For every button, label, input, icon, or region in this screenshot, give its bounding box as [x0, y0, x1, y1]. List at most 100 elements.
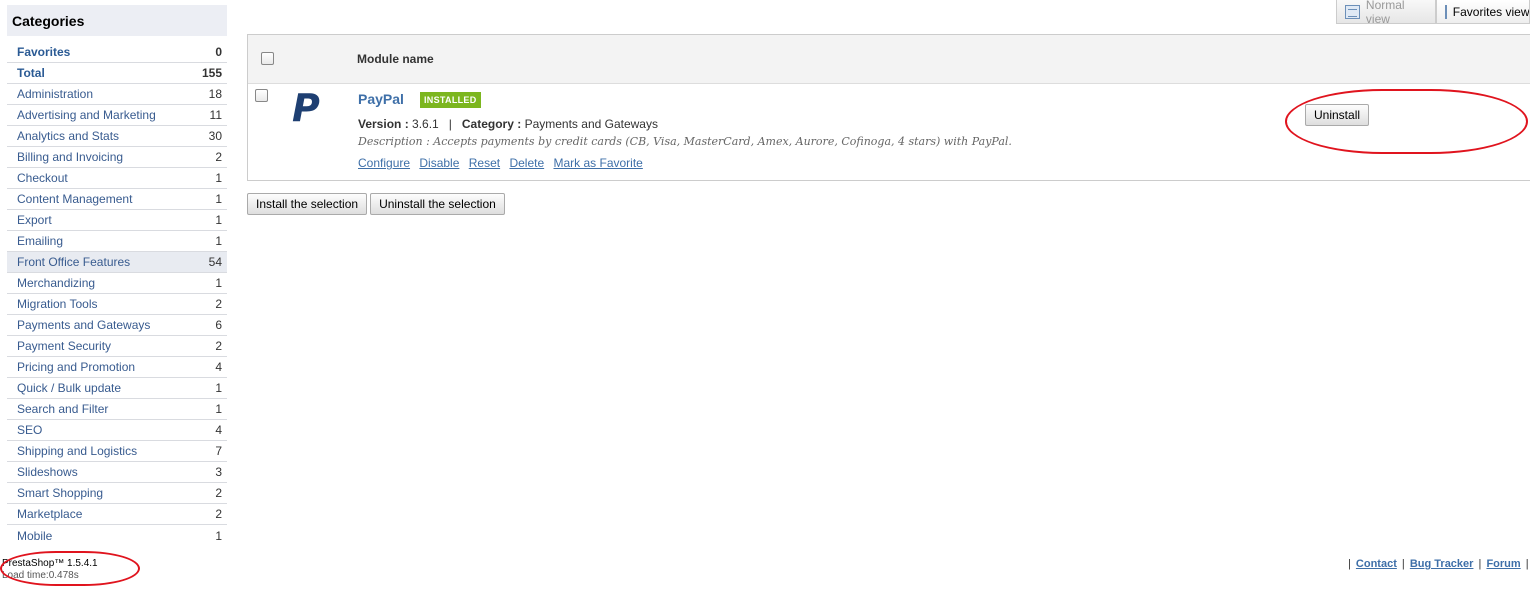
category-payments[interactable]: Payments and Gateways 6 — [7, 315, 227, 336]
category-label[interactable]: Favorites — [17, 45, 70, 59]
category-value: Payments and Gateways — [524, 117, 658, 131]
category-count: 0 — [215, 45, 222, 59]
category-count: 18 — [208, 87, 222, 101]
category-count: 2 — [215, 486, 222, 500]
category-migration[interactable]: Migration Tools 2 — [7, 294, 227, 315]
category-export[interactable]: Export 1 — [7, 210, 227, 231]
forum-link[interactable]: Forum — [1486, 558, 1520, 570]
category-quick-bulk[interactable]: Quick / Bulk update 1 — [7, 378, 227, 399]
bulk-actions: Install the selection Uninstall the sele… — [247, 193, 505, 215]
category-label[interactable]: Billing and Invoicing — [17, 150, 123, 164]
meta-separator: | — [448, 117, 452, 131]
category-label[interactable]: Checkout — [17, 171, 68, 185]
category-label[interactable]: Content Management — [17, 192, 132, 206]
favorites-view-label: Favorites view — [1452, 4, 1530, 19]
module-name-header: Module name — [357, 52, 434, 66]
category-count: 2 — [215, 297, 222, 311]
categories-sidebar: Categories Favorites 0 Total 155 Administr… — [7, 5, 227, 546]
module-description: Description : Accepts payments by credit… — [358, 135, 1012, 148]
category-count: 7 — [215, 444, 222, 458]
category-list: Favorites 0 Total 155 Administration 18 Adv… — [7, 42, 227, 546]
category-marketplace[interactable]: Marketplace 2 — [7, 504, 227, 525]
category-count: 155 — [201, 66, 222, 80]
category-slideshows[interactable]: Slideshows 3 — [7, 462, 227, 483]
category-label[interactable]: Migration Tools — [17, 297, 97, 311]
category-label[interactable]: Payment Security — [17, 339, 111, 353]
category-billing[interactable]: Billing and Invoicing 2 — [7, 147, 227, 168]
category-count: 3 — [215, 465, 222, 479]
category-smart-shopping[interactable]: Smart Shopping 2 — [7, 483, 227, 504]
version-value: 3.6.1 — [412, 117, 439, 131]
category-count: 1 — [215, 213, 222, 227]
module-actions: Configure Disable Reset Delete Mark as F… — [358, 156, 649, 170]
category-label[interactable]: Search and Filter — [17, 402, 108, 416]
category-search-filter[interactable]: Search and Filter 1 — [7, 399, 227, 420]
category-label: Category : — [461, 117, 522, 131]
configure-link[interactable]: Configure — [358, 156, 410, 170]
category-label[interactable]: Analytics and Stats — [17, 129, 119, 143]
category-label[interactable]: Smart Shopping — [17, 486, 103, 500]
list-view-icon — [1345, 4, 1360, 19]
category-label[interactable]: Shipping and Logistics — [17, 444, 137, 458]
category-label[interactable]: SEO — [17, 423, 42, 437]
category-mobile[interactable]: Mobile 1 — [7, 525, 227, 546]
category-label[interactable]: Merchandizing — [17, 276, 95, 290]
disable-link[interactable]: Disable — [419, 156, 459, 170]
mark-favorite-link[interactable]: Mark as Favorite — [553, 156, 642, 170]
category-merchandizing[interactable]: Merchandizing 1 — [7, 273, 227, 294]
category-label[interactable]: Total — [17, 66, 45, 80]
category-label[interactable]: Pricing and Promotion — [17, 360, 135, 374]
annotation-ring-version — [0, 551, 140, 586]
category-total[interactable]: Total 155 — [7, 63, 227, 84]
contact-link[interactable]: Contact — [1356, 558, 1397, 570]
category-pricing[interactable]: Pricing and Promotion 4 — [7, 357, 227, 378]
category-count: 2 — [215, 150, 222, 164]
category-payment-security[interactable]: Payment Security 2 — [7, 336, 227, 357]
footer-links: | Contact | Bug Tracker | Forum | A — [1348, 558, 1529, 570]
category-emailing[interactable]: Emailing 1 — [7, 231, 227, 252]
category-content-management[interactable]: Content Management 1 — [7, 189, 227, 210]
category-seo[interactable]: SEO 4 — [7, 420, 227, 441]
category-label[interactable]: Emailing — [17, 234, 63, 248]
category-count: 1 — [215, 171, 222, 185]
favorites-view-button[interactable]: Favorites view — [1435, 0, 1530, 24]
category-label[interactable]: Payments and Gateways — [17, 318, 150, 332]
category-label[interactable]: Marketplace — [17, 507, 82, 521]
category-favorites[interactable]: Favorites 0 — [7, 42, 227, 63]
install-selection-button[interactable]: Install the selection — [247, 193, 368, 215]
category-count: 2 — [215, 507, 222, 521]
category-count: 1 — [215, 234, 222, 248]
category-count: 2 — [215, 339, 222, 353]
bug-tracker-link[interactable]: Bug Tracker — [1410, 558, 1474, 570]
module-checkbox[interactable] — [255, 89, 268, 102]
uninstall-selection-button[interactable]: Uninstall the selection — [370, 193, 505, 215]
table-header: Module name — [248, 35, 1530, 84]
category-label[interactable]: Administration — [17, 87, 93, 101]
select-all-checkbox[interactable] — [261, 52, 274, 65]
category-front-office[interactable]: Front Office Features 54 — [7, 252, 227, 273]
normal-view-button[interactable]: Normal view — [1336, 0, 1436, 26]
category-label[interactable]: Front Office Features — [17, 255, 130, 269]
category-count: 6 — [215, 318, 222, 332]
category-label[interactable]: Quick / Bulk update — [17, 381, 121, 395]
category-label[interactable]: Mobile — [17, 529, 52, 543]
category-count: 54 — [208, 255, 222, 269]
paypal-logo-icon: P — [292, 86, 320, 130]
installed-badge: INSTALLED — [420, 92, 481, 108]
category-label[interactable]: Advertising and Marketing — [17, 108, 156, 122]
category-count: 4 — [215, 360, 222, 374]
delete-link[interactable]: Delete — [509, 156, 544, 170]
category-count: 1 — [215, 192, 222, 206]
category-count: 4 — [215, 423, 222, 437]
annotation-ring-uninstall — [1285, 89, 1528, 154]
reset-link[interactable]: Reset — [469, 156, 500, 170]
category-label[interactable]: Slideshows — [17, 465, 78, 479]
category-checkout[interactable]: Checkout 1 — [7, 168, 227, 189]
grid-view-icon — [1444, 4, 1447, 19]
category-analytics[interactable]: Analytics and Stats 30 — [7, 126, 227, 147]
category-advertising[interactable]: Advertising and Marketing 11 — [7, 105, 227, 126]
category-shipping[interactable]: Shipping and Logistics 7 — [7, 441, 227, 462]
category-administration[interactable]: Administration 18 — [7, 84, 227, 105]
category-count: 1 — [215, 402, 222, 416]
category-label[interactable]: Export — [17, 213, 52, 227]
